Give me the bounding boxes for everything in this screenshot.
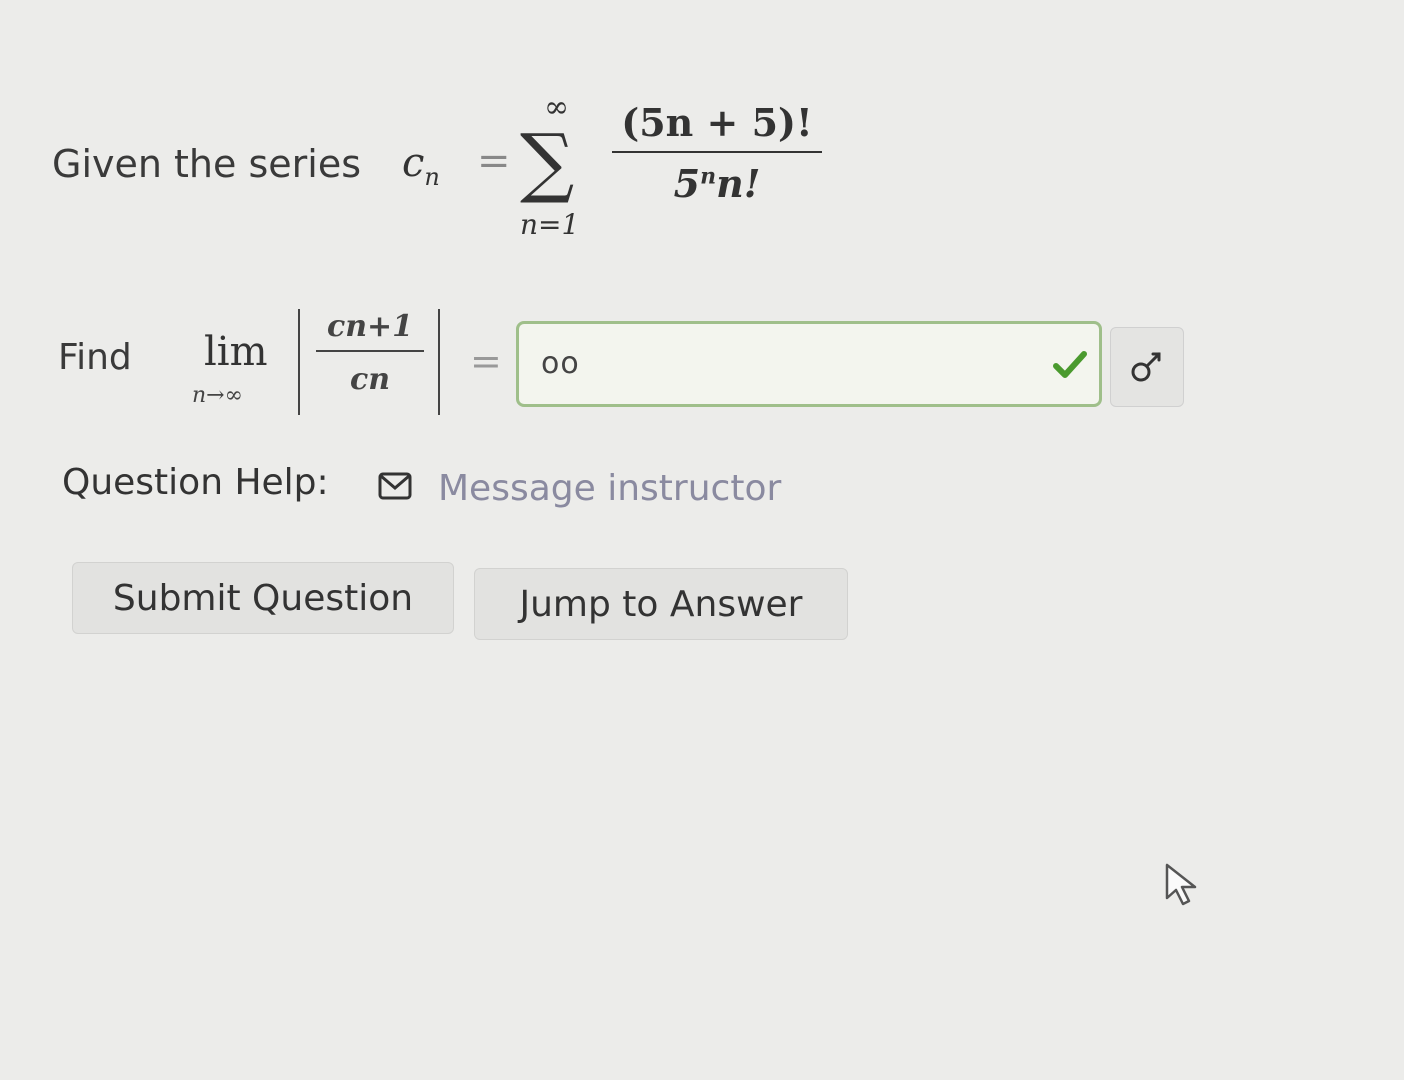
series-denominator: 5nn!	[673, 161, 761, 206]
sum-lower-limit: n=1	[520, 208, 580, 241]
lim-subscript: n→∞	[192, 383, 243, 408]
submit-question-button[interactable]: Submit Question	[72, 562, 454, 634]
lim-text: lim	[204, 329, 268, 375]
abs-bar-right	[438, 309, 440, 415]
series-numerator: (5n + 5)!	[621, 100, 813, 145]
ratio-fraction: cn+1 cn	[310, 309, 430, 397]
message-instructor-link[interactable]: Message instructor	[438, 468, 781, 509]
sum-symbol: ∑	[520, 117, 575, 206]
answer-value[interactable]: oo	[541, 346, 580, 381]
ratio-bar	[316, 350, 424, 352]
limit-equals: =	[470, 339, 502, 383]
abs-bar-left	[298, 309, 300, 415]
question-help: Question Help: Message instructor	[62, 460, 862, 520]
key-icon	[1131, 352, 1161, 382]
preview-key-button[interactable]	[1110, 327, 1184, 407]
check-icon	[1053, 351, 1087, 378]
find-label: Find	[58, 337, 132, 378]
fraction-bar	[612, 151, 822, 153]
ratio-denominator: cn	[349, 362, 391, 397]
ratio-numerator: cn+1	[326, 309, 414, 344]
series-fraction: (5n + 5)! 5nn!	[612, 100, 822, 206]
series-variable: cn	[402, 140, 440, 191]
answer-input[interactable]: oo	[516, 321, 1102, 407]
series-label: Given the series	[52, 142, 362, 186]
question-help-label: Question Help:	[62, 462, 329, 503]
limit-question: Find lim n→∞ cn+1 cn = oo	[58, 305, 1208, 425]
jump-to-answer-button[interactable]: Jump to Answer	[474, 568, 848, 640]
cursor-icon	[1165, 863, 1197, 906]
series-statement: Given the series cn = ∞ ∑ n=1 (5n + 5)! …	[52, 90, 852, 250]
series-equals: =	[477, 138, 511, 184]
mail-icon[interactable]	[378, 472, 412, 500]
